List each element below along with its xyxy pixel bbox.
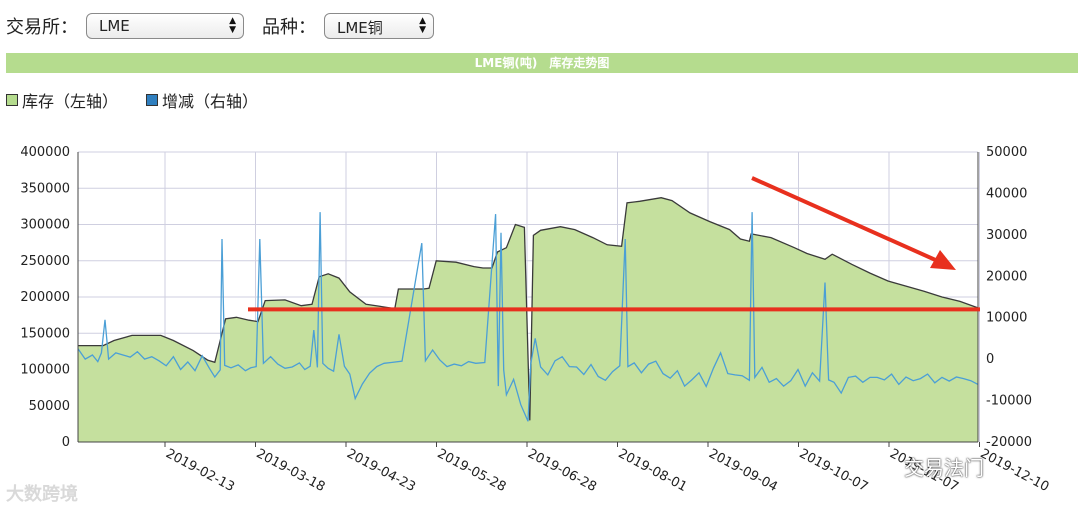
right-axis-tick-label: -10000 [986,394,1032,409]
right-axis-tick-label: 50000 [986,145,1027,160]
left-axis-tick-label: 200000 [20,290,70,305]
watermark-left: 大数跨境 [6,484,78,505]
right-axis-tick-label: -20000 [986,435,1032,450]
x-axis-tick-label: 2019-06-28 [525,446,599,495]
left-axis-tick-label: 150000 [20,326,70,341]
x-axis-tick-label: 2019-09-04 [706,446,780,495]
x-axis-tick-label: 2019-02-13 [163,446,237,495]
right-axis-tick-label: 30000 [986,228,1027,243]
left-axis-tick-label: 50000 [29,399,70,414]
right-axis-tick-label: 20000 [986,269,1027,284]
x-axis-tick-label: 2019-05-28 [435,446,509,495]
left-axis-tick-label: 300000 [20,218,70,233]
right-axis-tick-label: 0 [986,352,994,367]
watermark-right: 交易法门 [904,456,984,480]
left-axis-tick-label: 0 [62,435,70,450]
left-axis-tick-label: 400000 [20,145,70,160]
inventory-chart: 0500001000001500002000002500003000003500… [20,145,1052,495]
inventory-area-fill [78,197,978,442]
x-axis-tick-label: 2019-03-18 [254,446,328,495]
left-axis-tick-label: 350000 [20,181,70,196]
x-axis-tick-label: 2019-10-07 [797,446,871,495]
left-axis-tick-label: 250000 [20,254,70,269]
x-axis-tick-label: 2019-08-01 [616,446,690,495]
inventory-area [78,197,979,442]
right-axis-tick-label: 10000 [986,311,1027,326]
x-axis-tick-label: 2019-12-10 [978,446,1052,495]
left-axis-tick-label: 100000 [20,363,70,378]
x-axis-tick-label: 2019-04-23 [344,446,418,495]
right-axis-tick-label: 40000 [986,186,1027,201]
